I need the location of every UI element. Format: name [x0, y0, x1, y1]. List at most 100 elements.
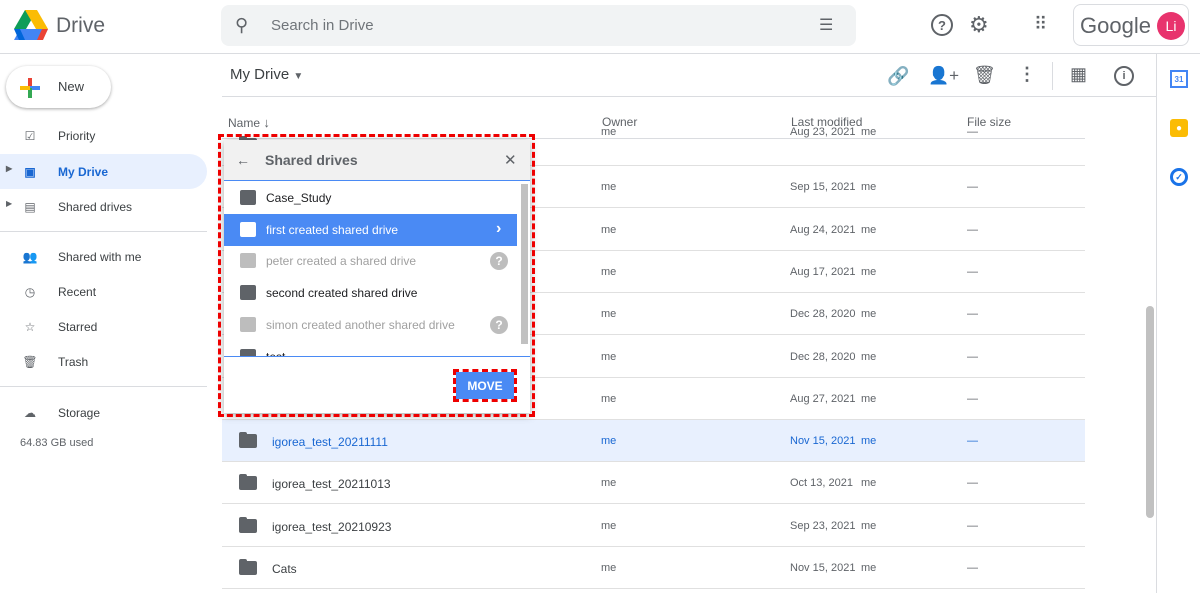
more-vert-icon[interactable]: ⋮ [1018, 64, 1036, 85]
sidebar-item-priority[interactable]: ☑ Priority [0, 118, 207, 153]
trash-icon: 🗑 [22, 355, 38, 369]
owner: me [601, 126, 617, 138]
keep-icon[interactable]: ● [1170, 119, 1188, 137]
people-icon: 👥 [22, 250, 38, 264]
cloud-icon: ☁ [24, 406, 36, 420]
file-name: Cats [272, 562, 297, 576]
avatar[interactable]: Li [1157, 12, 1185, 40]
table-row[interactable]: igorea_test_20211111 me Nov 15, 2021 me … [222, 420, 1085, 463]
account-button[interactable]: Google Li [1073, 4, 1189, 46]
table-row[interactable]: Cats me Nov 15, 2021 me — [222, 547, 1085, 589]
search-icon[interactable]: ⚲ [235, 15, 248, 36]
owner: me [601, 350, 617, 363]
new-label: New [58, 79, 85, 94]
last-modified: Dec 28, 2020 [790, 350, 856, 363]
link-icon[interactable]: 🔗 [887, 66, 909, 87]
modified-by: me [861, 308, 877, 321]
calendar-icon[interactable]: 31 [1170, 70, 1188, 88]
folder-icon [239, 432, 257, 449]
last-modified: Oct 13, 2021 [790, 477, 853, 490]
new-button[interactable]: New [6, 66, 111, 108]
shared-drives-icon: ▤ [24, 200, 36, 214]
sidebar-item-shared-drives[interactable]: ▶ ▤ Shared drives [0, 189, 207, 224]
file-name: igorea_test_20210923 [272, 519, 392, 534]
last-modified: Aug 24, 2021 [790, 223, 856, 236]
last-modified: Aug 27, 2021 [790, 392, 856, 405]
my-drive-dropdown[interactable]: My Drive ▼ [230, 66, 303, 83]
last-modified: Aug 23, 2021 [790, 126, 856, 138]
modified-by: me [861, 126, 877, 138]
file-name: igorea_test_20211111 [272, 435, 388, 450]
file-size: — [967, 350, 978, 363]
modified-by: me [861, 435, 877, 448]
last-modified: Nov 15, 2021 [790, 562, 856, 574]
modified-by: me [861, 223, 877, 236]
owner: me [601, 477, 617, 490]
header-divider [222, 96, 1156, 97]
grid-view-icon[interactable]: ▦ [1070, 64, 1087, 85]
last-modified: Aug 17, 2021 [790, 265, 856, 278]
delete-icon[interactable]: 🗑 [973, 65, 996, 86]
search-input[interactable]: ⚲ Search in Drive ☰ [221, 5, 856, 46]
sidebar-item-recent[interactable]: ◷ Recent [0, 274, 207, 309]
help-icon[interactable]: ? [931, 14, 953, 36]
star-icon: ☆ [24, 320, 36, 334]
plus-icon [20, 78, 40, 98]
modified-by: me [861, 519, 877, 532]
table-row[interactable]: igorea_test_20211013 me Oct 13, 2021 me … [222, 462, 1085, 505]
drive-logo-icon[interactable] [14, 10, 48, 40]
folder-icon [239, 474, 257, 491]
sidebar-divider [0, 386, 207, 387]
modified-by: me [861, 181, 877, 194]
file-size: — [967, 392, 978, 405]
file-size: — [967, 223, 978, 236]
toolbar-divider [1052, 62, 1053, 90]
filter-options-icon[interactable]: ☰ [819, 15, 833, 35]
google-wordmark: Google [1080, 13, 1151, 38]
modified-by: me [861, 562, 877, 574]
tasks-icon[interactable]: ✓ [1170, 168, 1188, 186]
file-size: — [967, 126, 978, 138]
modified-by: me [861, 350, 877, 363]
file-size: — [967, 519, 978, 532]
folder-icon [239, 516, 257, 533]
caret-down-icon: ▼ [293, 71, 304, 82]
storage-used: 64.83 GB used [20, 437, 94, 449]
last-modified: Sep 23, 2021 [790, 519, 856, 532]
apps-grid-icon[interactable]: ⠿ [1034, 14, 1047, 35]
owner: me [601, 435, 617, 448]
sidebar-item-my-drive[interactable]: ▶ ▣ My Drive [0, 154, 207, 189]
priority-icon: ☑ [24, 129, 36, 143]
sidebar-item-shared-with-me[interactable]: 👥 Shared with me [0, 239, 207, 274]
scrollbar[interactable] [1146, 306, 1154, 518]
share-add-person-icon[interactable]: 👤+ [928, 66, 959, 86]
file-size: — [967, 308, 978, 321]
file-size: — [967, 265, 978, 278]
table-row[interactable]: igorea_test_20210923 me Sep 23, 2021 me … [222, 505, 1085, 547]
file-size: — [967, 181, 978, 194]
modified-by: me [861, 392, 877, 405]
file-size: — [967, 435, 978, 448]
side-panel: 31 ● ✓ [1156, 54, 1200, 593]
settings-gear-icon[interactable]: ⚙ [969, 12, 989, 38]
info-icon[interactable]: i [1114, 66, 1134, 86]
sidebar-item-trash[interactable]: 🗑 Trash [0, 344, 207, 379]
modified-by: me [861, 477, 877, 490]
my-drive-icon: ▣ [24, 165, 36, 179]
highlight-annotation [218, 134, 535, 417]
owner: me [601, 519, 617, 532]
modified-by: me [861, 265, 877, 278]
file-size: — [967, 562, 978, 574]
folder-icon [239, 559, 257, 575]
clock-icon: ◷ [24, 285, 36, 299]
page-title: My Drive [230, 66, 290, 83]
owner: me [601, 308, 617, 321]
last-modified: Sep 15, 2021 [790, 181, 856, 194]
last-modified: Dec 28, 2020 [790, 308, 856, 321]
last-modified: Nov 15, 2021 [790, 435, 856, 448]
sidebar-item-starred[interactable]: ☆ Starred [0, 309, 207, 344]
owner: me [601, 562, 617, 574]
file-name: igorea_test_20211013 [272, 477, 391, 492]
app-title: Drive [56, 14, 106, 37]
sidebar-item-storage[interactable]: ☁ Storage [0, 395, 207, 430]
